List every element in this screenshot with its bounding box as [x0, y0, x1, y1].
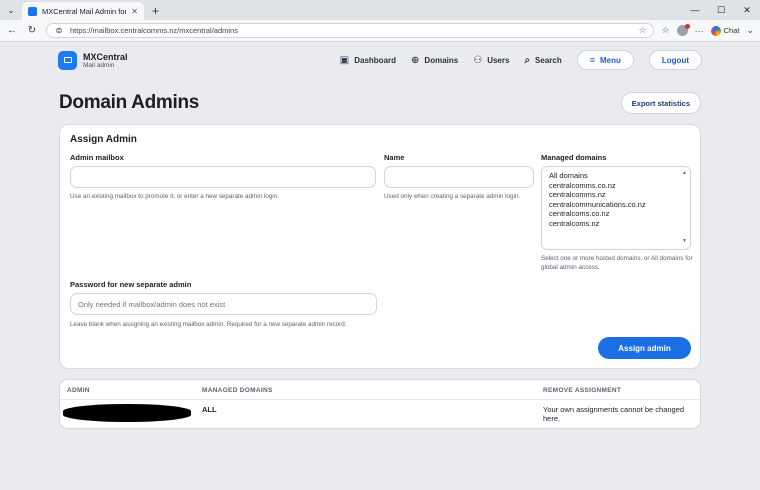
domain-option[interactable]: centralcommunications.co.nz: [549, 200, 683, 210]
password-help: Leave blank when assigning an existing m…: [70, 321, 347, 328]
domain-option[interactable]: centralcoms.co.nz: [549, 209, 683, 219]
back-icon[interactable]: ←: [6, 25, 18, 36]
address-toolbar: ← ↻ ⊜ https://mailbox.centralcomms.nz/mx…: [0, 20, 760, 42]
maximize-icon[interactable]: ☐: [708, 0, 734, 20]
nav-search[interactable]: ⌕ Search: [524, 55, 561, 66]
password-label: Password for new separate admin: [70, 280, 192, 289]
nav-dashboard[interactable]: ▣ Dashboard: [340, 55, 396, 66]
minimize-icon[interactable]: —: [682, 0, 708, 20]
column-header-remove-assignment: REMOVE ASSIGNMENT: [543, 387, 622, 394]
column-header-admin: ADMIN: [67, 387, 90, 394]
scroll-down-icon[interactable]: ▼: [682, 237, 687, 247]
nav-users-label: Users: [487, 55, 510, 65]
managed-domains-label: Managed domains: [541, 153, 607, 162]
admin-assignments-table: ADMIN MANAGED DOMAINS REMOVE ASSIGNMENT …: [59, 379, 701, 429]
profile-avatar[interactable]: [676, 24, 690, 36]
tab-list-icon[interactable]: ⌄: [4, 3, 18, 17]
managed-domains-help: Select one or more hosted domains, or Al…: [541, 255, 693, 271]
url-text[interactable]: https://mailbox.centralcomms.nz/mxcentra…: [70, 26, 633, 35]
chat-label: Chat: [723, 26, 740, 35]
tab-favicon-icon: [28, 6, 37, 16]
row-managed-domains: ALL: [202, 405, 217, 414]
assign-admin-card: Assign Admin Admin mailbox Use an existi…: [59, 124, 701, 369]
assign-admin-title: Assign Admin: [70, 134, 137, 145]
nav-domains-label: Domains: [424, 55, 459, 65]
domain-option[interactable]: All domains: [549, 171, 683, 181]
bookmark-star-icon[interactable]: ☆: [638, 25, 646, 36]
export-statistics-button[interactable]: Export statistics: [620, 92, 701, 114]
password-input[interactable]: [70, 293, 377, 315]
name-label: Name: [384, 153, 405, 162]
reload-icon[interactable]: ↻: [26, 25, 38, 36]
name-help: Used only when creating a separate admin…: [384, 193, 521, 200]
dashboard-icon: ▣: [339, 54, 350, 66]
mail-logo-icon: [58, 50, 77, 70]
admin-mailbox-help: Use an existing mailbox to promote it, o…: [70, 193, 279, 200]
main-nav: ▣ Dashboard ⊕ Domains ⚇ Users ⌕ Search ≡…: [340, 50, 702, 70]
copilot-chat-button[interactable]: Chat: [710, 25, 740, 36]
brand[interactable]: MXCentral Mail admin: [58, 50, 128, 70]
nav-dashboard-label: Dashboard: [354, 55, 397, 65]
copilot-icon: [710, 25, 721, 36]
page-title: Domain Admins: [59, 92, 200, 113]
nav-search-label: Search: [535, 55, 562, 65]
menu-button[interactable]: ≡ Menu: [576, 50, 634, 70]
more-options-icon[interactable]: ···: [695, 26, 704, 36]
tab-close-icon[interactable]: ✕: [131, 7, 138, 16]
search-icon: ⌕: [524, 54, 531, 66]
redacted-admin-name: [63, 404, 191, 422]
scroll-up-icon[interactable]: ▲: [682, 169, 687, 179]
chevron-down-icon[interactable]: ⌄: [746, 25, 754, 36]
admin-mailbox-label: Admin mailbox: [70, 153, 124, 162]
admin-mailbox-input[interactable]: [70, 166, 376, 188]
users-icon: ⚇: [473, 54, 483, 66]
page-content: Domain Admins Export statistics Assign A…: [0, 90, 760, 429]
managed-domains-select[interactable]: All domains centralcomms.co.nz centralco…: [541, 166, 691, 250]
tab-title: MXCentral Mail Admin for CCL: [42, 6, 127, 16]
window-controls: — ☐ ✕: [682, 0, 760, 20]
hamburger-icon: ≡: [589, 55, 595, 65]
row-remove-assignment-note: Your own assignments cannot be changed h…: [543, 405, 685, 423]
site-info-icon[interactable]: ⊜: [53, 26, 65, 35]
globe-icon: ⊕: [411, 54, 420, 66]
browser-tab[interactable]: MXCentral Mail Admin for CCL ✕: [22, 2, 144, 20]
assign-admin-button[interactable]: Assign admin: [598, 337, 691, 359]
domain-option[interactable]: centralcomms.co.nz: [549, 181, 683, 191]
domain-option[interactable]: centralcoms.nz: [549, 219, 683, 229]
name-input[interactable]: [384, 166, 534, 188]
nav-users[interactable]: ⚇ Users: [473, 55, 509, 66]
address-bar[interactable]: ⊜ https://mailbox.centralcomms.nz/mxcent…: [46, 23, 654, 38]
header-divider: [60, 399, 700, 400]
new-tab-icon[interactable]: +: [152, 4, 159, 18]
brand-name: MXCentral: [83, 51, 128, 62]
app-header: MXCentral Mail admin ▣ Dashboard ⊕ Domai…: [0, 44, 760, 76]
close-window-icon[interactable]: ✕: [734, 0, 760, 20]
favorites-icon[interactable]: ☆: [662, 25, 670, 36]
column-header-managed-domains: MANAGED DOMAINS: [202, 387, 273, 394]
domain-option[interactable]: centralcomms.nz: [549, 190, 683, 200]
logout-label: Logout: [661, 55, 689, 65]
menu-label: Menu: [600, 55, 621, 65]
page-header: Domain Admins Export statistics: [59, 90, 701, 116]
browser-tools: ☆ ··· Chat ⌄: [662, 24, 754, 36]
browser-tab-bar: ⌄ MXCentral Mail Admin for CCL ✕ + — ☐ ✕: [0, 0, 760, 20]
brand-subtitle: Mail admin: [83, 61, 115, 69]
nav-domains[interactable]: ⊕ Domains: [411, 55, 458, 66]
logout-button[interactable]: Logout: [648, 50, 702, 70]
